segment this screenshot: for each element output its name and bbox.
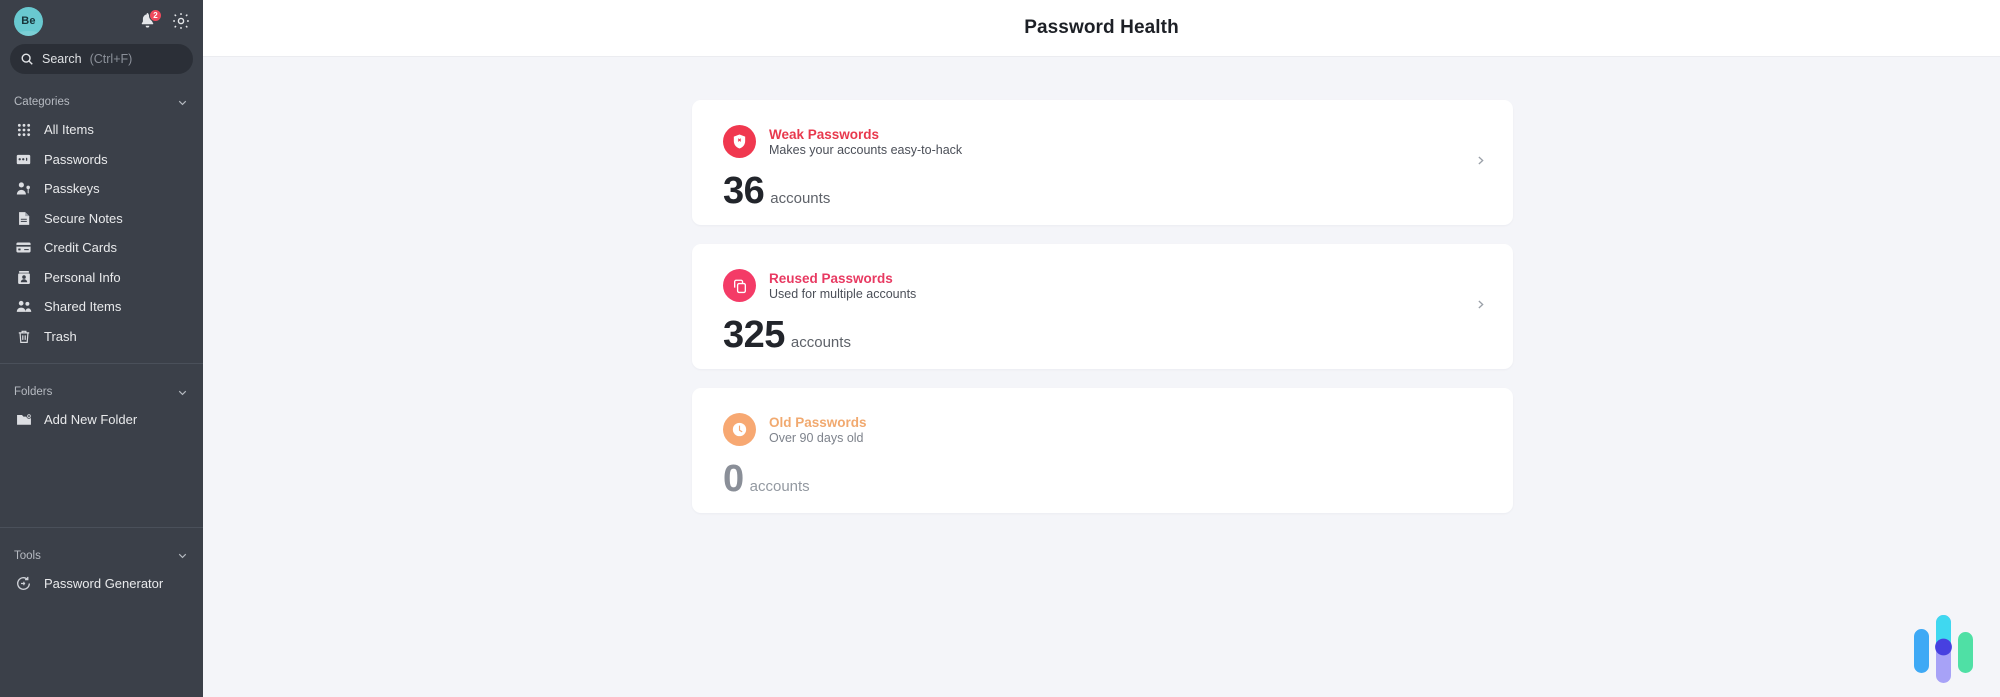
card-old-passwords[interactable]: Old Passwords Over 90 days old 0 account… <box>692 388 1513 513</box>
sidebar-item-label: Shared Items <box>44 299 121 314</box>
card-header-text: Old Passwords Over 90 days old <box>769 415 867 445</box>
search-placeholder: (Ctrl+F) <box>90 52 133 66</box>
card-reused-passwords[interactable]: Reused Passwords Used for multiple accou… <box>692 244 1513 369</box>
sidebar-item-label: Passkeys <box>44 181 100 196</box>
password-health-card-list: Weak Passwords Makes your accounts easy-… <box>690 100 1513 513</box>
sidebar-item-passkeys[interactable]: Passkeys <box>0 174 203 204</box>
card-count-row: 36 accounts <box>723 172 1513 210</box>
card-count-number: 325 <box>723 316 785 354</box>
sidebar-item-shared-items[interactable]: Shared Items <box>0 292 203 322</box>
trash-icon <box>14 327 33 346</box>
sidebar-item-credit-cards[interactable]: Credit Cards <box>0 233 203 263</box>
three-bars-logo <box>1908 607 1980 689</box>
chevron-down-icon <box>176 549 189 562</box>
sidebar-divider-2 <box>0 527 203 528</box>
sidebar-item-label: Credit Cards <box>44 240 117 255</box>
section-title-tools: Tools <box>14 550 41 562</box>
card-title: Weak Passwords <box>769 127 962 142</box>
sidebar-top-icons: 2 <box>138 0 191 42</box>
gear-icon[interactable] <box>171 11 191 31</box>
section-title-categories: Categories <box>14 96 70 108</box>
avatar-initials: Be <box>21 15 35 27</box>
refresh-key-icon <box>14 574 33 593</box>
card-header: Weak Passwords Makes your accounts easy-… <box>723 125 1513 158</box>
sidebar-section-categories[interactable]: Categories <box>0 89 203 115</box>
note-document-icon <box>14 209 33 228</box>
sidebar-item-label: Personal Info <box>44 270 121 285</box>
card-weak-passwords[interactable]: Weak Passwords Makes your accounts easy-… <box>692 100 1513 225</box>
chevron-down-icon <box>176 386 189 399</box>
copy-stack-icon <box>723 269 756 302</box>
sidebar-section-tools[interactable]: Tools <box>0 543 203 569</box>
shield-x-icon <box>723 125 756 158</box>
sidebar-item-add-new-folder[interactable]: Add New Folder <box>0 405 203 435</box>
sidebar-spacer <box>0 435 203 515</box>
card-header: Reused Passwords Used for multiple accou… <box>723 269 1513 302</box>
main-area: Password Health Weak Passwords <box>203 0 2000 697</box>
sidebar-item-passwords[interactable]: Passwords <box>0 145 203 175</box>
credit-card-icon <box>14 238 33 257</box>
sidebar-item-label: Passwords <box>44 152 108 167</box>
card-count-number: 0 <box>723 460 744 498</box>
clock-icon <box>723 413 756 446</box>
notifications-button[interactable]: 2 <box>138 11 157 31</box>
search-icon <box>20 52 34 66</box>
sidebar: Be 2 <box>0 0 203 697</box>
card-count-label: accounts <box>791 334 851 351</box>
sidebar-item-password-generator[interactable]: Password Generator <box>0 569 203 599</box>
page-title: Password Health <box>1024 17 1179 39</box>
card-subtitle: Used for multiple accounts <box>769 287 916 301</box>
card-subtitle: Makes your accounts easy-to-hack <box>769 143 962 157</box>
personal-id-icon <box>14 268 33 287</box>
content-scroll-area: Weak Passwords Makes your accounts easy-… <box>203 57 2000 697</box>
card-count-row: 325 accounts <box>723 316 1513 354</box>
chevron-right-icon[interactable] <box>1474 298 1487 316</box>
sidebar-section-folders[interactable]: Folders <box>0 379 203 405</box>
card-subtitle: Over 90 days old <box>769 431 867 445</box>
people-icon <box>14 297 33 316</box>
sidebar-divider-1 <box>0 363 203 364</box>
card-title: Old Passwords <box>769 415 867 430</box>
sidebar-item-all-items[interactable]: All Items <box>0 115 203 145</box>
chevron-right-icon[interactable] <box>1474 154 1487 172</box>
app-window: Be 2 <box>0 0 2000 697</box>
sidebar-item-trash[interactable]: Trash <box>0 322 203 352</box>
sidebar-item-label: Secure Notes <box>44 211 123 226</box>
search-input[interactable]: Search (Ctrl+F) <box>10 44 193 74</box>
notification-badge: 2 <box>149 9 162 22</box>
search-label: Search <box>42 52 82 66</box>
sidebar-item-label: Password Generator <box>44 576 163 591</box>
sidebar-item-label: Trash <box>44 329 77 344</box>
section-title-folders: Folders <box>14 386 52 398</box>
top-bar: Password Health <box>203 0 2000 57</box>
grid-icon <box>14 120 33 139</box>
sidebar-item-label: Add New Folder <box>44 412 137 427</box>
sidebar-item-secure-notes[interactable]: Secure Notes <box>0 204 203 234</box>
card-count-label: accounts <box>770 190 830 207</box>
sidebar-item-label: All Items <box>44 122 94 137</box>
passkey-person-icon <box>14 179 33 198</box>
card-count-number: 36 <box>723 172 764 210</box>
card-header-text: Weak Passwords Makes your accounts easy-… <box>769 127 962 157</box>
card-header: Old Passwords Over 90 days old <box>723 413 1513 446</box>
card-header-text: Reused Passwords Used for multiple accou… <box>769 271 916 301</box>
password-card-icon <box>14 150 33 169</box>
card-count-row: 0 accounts <box>723 460 1513 498</box>
avatar[interactable]: Be <box>14 7 43 36</box>
sidebar-item-personal-info[interactable]: Personal Info <box>0 263 203 293</box>
card-title: Reused Passwords <box>769 271 916 286</box>
sidebar-top-bar: Be 2 <box>0 0 203 42</box>
chevron-down-icon <box>176 96 189 109</box>
folder-plus-icon <box>14 410 33 429</box>
card-count-label: accounts <box>750 478 810 495</box>
